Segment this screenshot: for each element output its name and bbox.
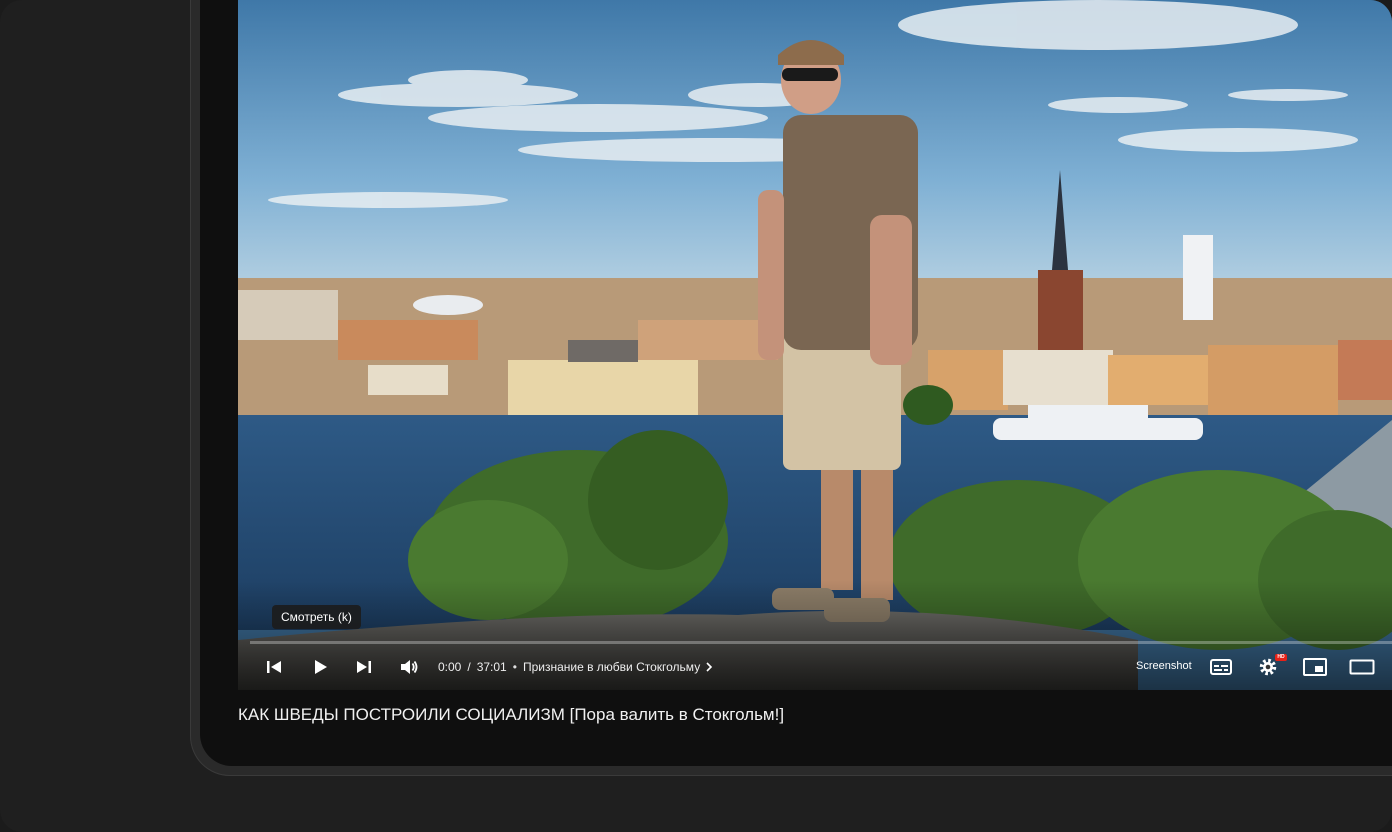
skip-next-icon xyxy=(357,661,371,673)
next-button[interactable] xyxy=(352,655,376,679)
volume-icon xyxy=(401,660,418,674)
time-current: 0:00 xyxy=(438,660,462,674)
chevron-right-icon xyxy=(706,662,713,672)
separator-dot: • xyxy=(512,660,517,674)
screenshot-button[interactable]: Screenshot xyxy=(1136,660,1192,672)
subtitles-button[interactable] xyxy=(1209,655,1233,679)
time-display: 0:00 / 37:01 • Признание в любви Стокгол… xyxy=(438,659,714,675)
play-button[interactable] xyxy=(308,655,332,679)
play-tooltip: Смотреть (k) xyxy=(272,605,361,629)
app-frame: Смотреть (k) 0:00 / 37:01 • Признание в … xyxy=(0,0,1392,832)
theater-mode-button[interactable] xyxy=(1349,655,1375,679)
hd-badge: HD xyxy=(1275,654,1287,661)
prev-button[interactable] xyxy=(262,655,286,679)
volume-button[interactable] xyxy=(397,655,421,679)
time-total: 37:01 xyxy=(476,660,507,674)
play-icon xyxy=(315,660,327,674)
progress-bar[interactable] xyxy=(250,641,1392,644)
video-title[interactable]: КАК ШВЕДЫ ПОСТРОИЛИ СОЦИАЛИЗМ [Пора вали… xyxy=(238,705,784,725)
video-player[interactable] xyxy=(238,0,1392,690)
subtitles-icon xyxy=(1210,659,1232,675)
chapter-button[interactable]: Признание в любви Стокгольму xyxy=(523,660,714,674)
chapter-title: Признание в любви Стокгольму xyxy=(522,660,701,674)
skip-previous-icon xyxy=(267,661,281,673)
time-separator: / xyxy=(467,660,471,674)
theater-mode-icon xyxy=(1349,659,1375,675)
miniplayer-button[interactable] xyxy=(1303,655,1327,679)
miniplayer-icon xyxy=(1303,658,1327,676)
